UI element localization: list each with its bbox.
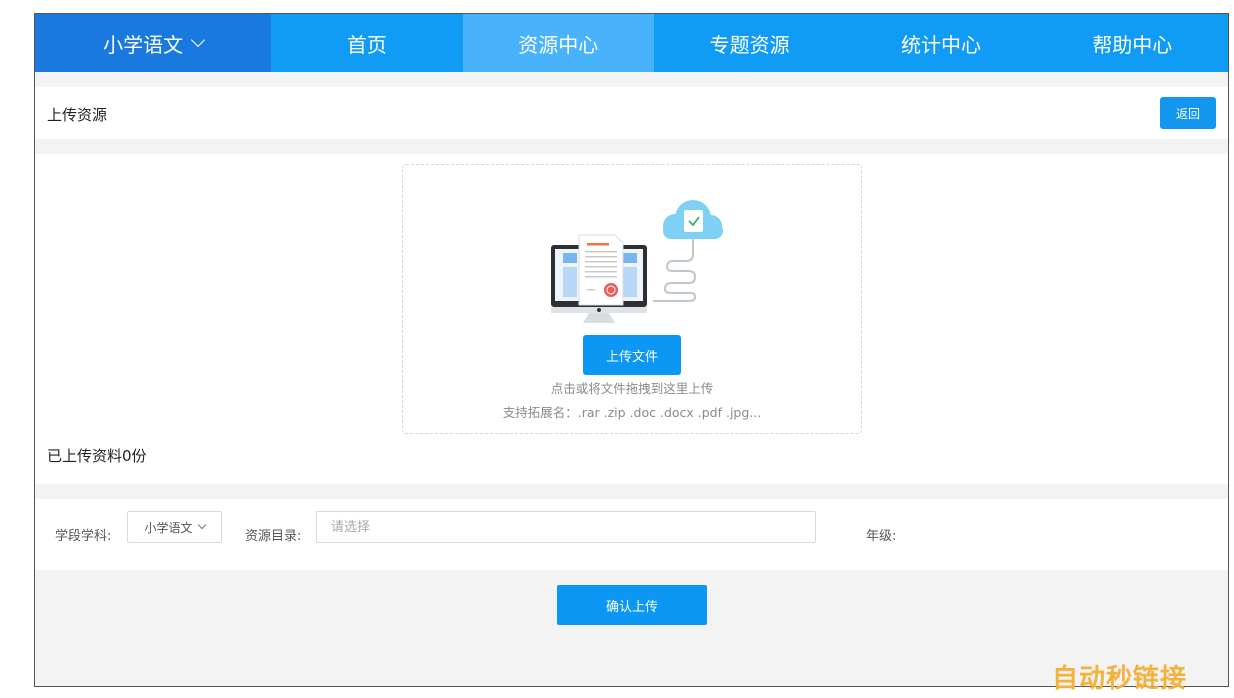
directory-label: 资源目录: [245,529,302,544]
nav-item-help[interactable]: 帮助中心 [1037,14,1228,72]
subject-dropdown[interactable]: 小学语文 [35,14,272,72]
subject-select[interactable]: 小学语文 [127,511,222,543]
nav-item-label: 帮助中心 [1092,32,1173,57]
upload-hint: 点击或将文件拖拽到这里上传 [550,381,714,396]
confirm-upload-button[interactable]: 确认上传 [557,585,707,625]
directory-select[interactable] [316,511,816,543]
upload-file-button[interactable]: 上传文件 [583,335,681,375]
chevron-down-icon [191,32,206,48]
nav-item-topic-resources[interactable]: 专题资源 [654,14,845,72]
nav-item-label: 资源中心 [518,32,599,57]
nav-item-label: 首页 [346,32,387,57]
page-header: 上传资源 返回 [35,87,1228,139]
subject-select-value: 小学语文 [144,520,193,535]
upload-extensions-hint: 支持拓展名：.rar .zip .doc .docx .pdf .jpg... [502,405,762,420]
nav-item-label: 专题资源 [709,32,790,57]
grade-label: 年级: [866,529,897,544]
nav-item-resource-center[interactable]: 资源中心 [462,14,654,72]
watermark-logo: 自动秒链接 [1052,664,1188,694]
document-icon [578,234,624,306]
uploaded-count: 已上传资料0份 [47,447,147,465]
upload-dropzone[interactable]: 上传文件 点击或将文件拖拽到这里上传 支持拓展名：.rar .zip .doc … [402,164,862,434]
nav-item-label: 统计中心 [900,32,981,57]
top-nav: 小学语文 首页 资源中心 专题资源 统计中心 帮助中心 [35,14,1228,72]
app-frame: 小学语文 首页 资源中心 专题资源 统计中心 帮助中心 上传资源 返回 上传文件… [34,13,1229,687]
back-button[interactable]: 返回 [1160,97,1216,129]
cloud-icon [663,200,723,239]
subject-label: 学段学科: [55,529,112,544]
resource-form: 学段学科: 小学语文 资源目录: 年级: [35,499,1228,570]
upload-illustration-icon [551,200,723,323]
page-title: 上传资源 [47,106,108,124]
subject-dropdown-label: 小学语文 [103,32,184,57]
nav-item-home[interactable]: 首页 [271,14,462,72]
chevron-down-icon [197,520,206,530]
upload-panel: 上传文件 点击或将文件拖拽到这里上传 支持拓展名：.rar .zip .doc … [35,154,1228,484]
nav-item-statistics[interactable]: 统计中心 [845,14,1036,72]
